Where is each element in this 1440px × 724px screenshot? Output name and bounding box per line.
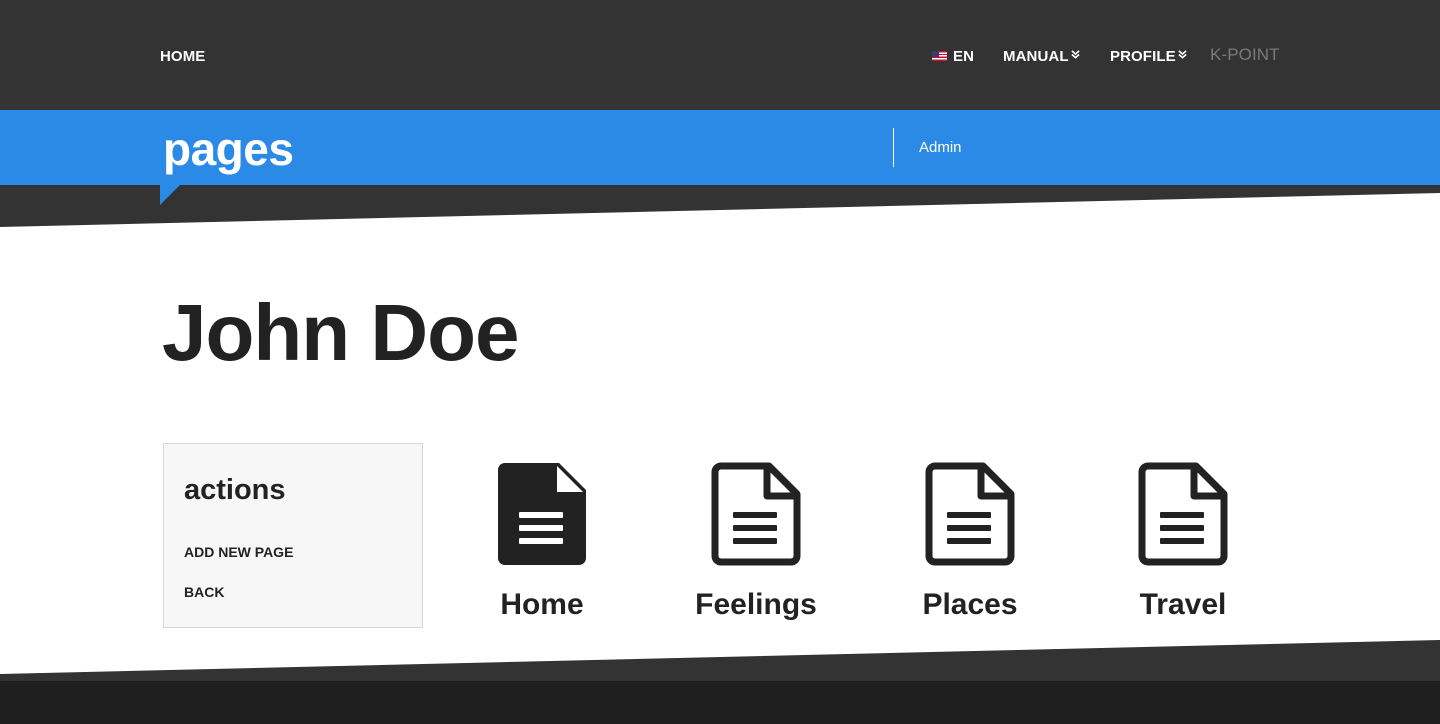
nav-profile-label: PROFILE [1110,47,1176,65]
document-filled-icon [498,463,586,565]
nav-manual-label: MANUAL [1003,47,1069,65]
chevron-double-down-icon [1178,50,1187,62]
page-tile-label: Home [500,588,584,621]
document-outline-icon [711,462,801,566]
nav-brand-link[interactable]: K-POINT [1210,45,1280,65]
add-new-page-link[interactable]: ADD NEW PAGE [184,544,293,560]
page-tile-travel[interactable]: Travel [1098,460,1268,630]
back-link[interactable]: BACK [184,584,224,600]
page-owner-name: John Doe [162,288,519,377]
document-outline-icon [925,462,1015,566]
nav-home-link[interactable]: HOME [160,46,205,66]
chevron-double-down-icon [1070,50,1080,62]
nav-language-label: EN [953,47,975,65]
page-tile-label: Places [922,588,1018,621]
nav-language-selector[interactable]: EN [932,46,974,66]
top-navbar: HOME EN MANUAL PROFILE K-POINT [0,0,1440,110]
actions-title: actions [184,474,286,506]
page-tile-label: Travel [1139,588,1227,621]
page-tile-places[interactable]: Places [885,460,1055,630]
nav-manual-dropdown[interactable]: MANUAL [1003,46,1080,66]
breadcrumb-admin-link[interactable]: Admin [919,139,962,156]
page-tile-home[interactable]: Home [457,460,627,630]
page-tile-feelings[interactable]: Feelings [671,460,841,630]
section-heading: pages [163,123,294,175]
page-tile-label: Feelings [695,588,817,621]
nav-profile-dropdown[interactable]: PROFILE [1110,46,1187,66]
us-flag-icon [932,51,947,61]
actions-panel: actions ADD NEW PAGE BACK [163,443,423,628]
footer-band [0,681,1440,724]
document-outline-icon [1138,462,1228,566]
title-divider [893,128,894,167]
